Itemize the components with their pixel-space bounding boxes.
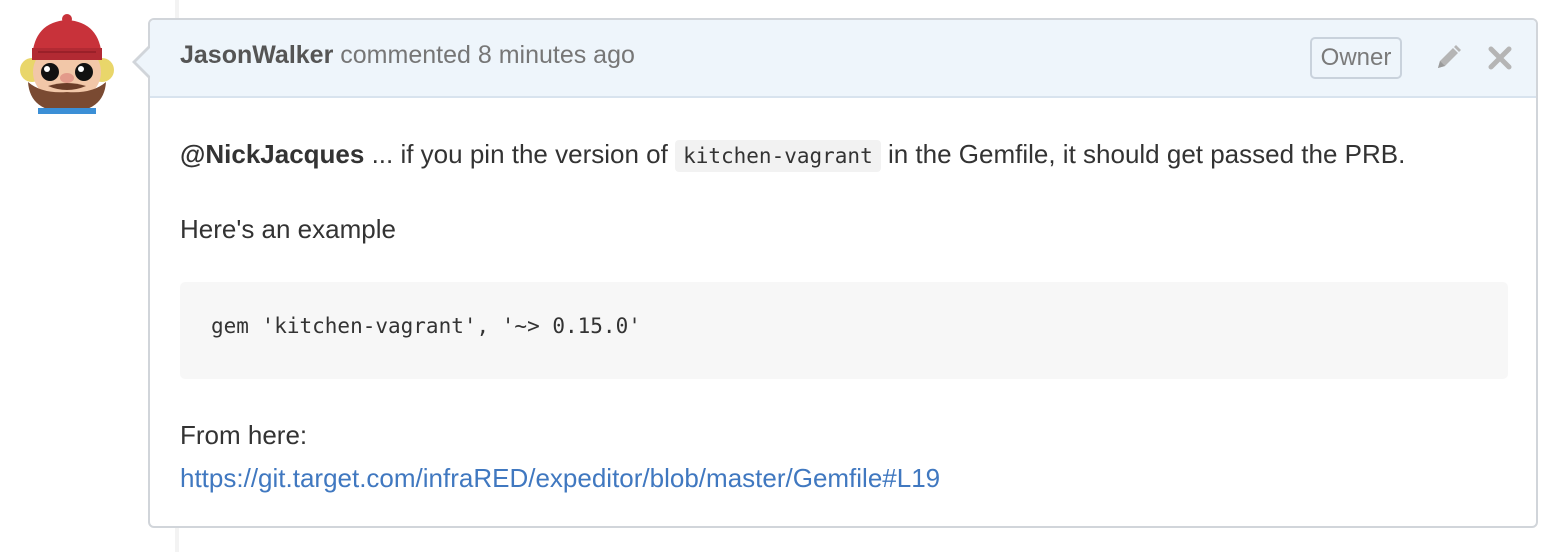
- code-block-text: gem 'kitchen-vagrant', '~> 0.15.0': [211, 314, 641, 338]
- avatar[interactable]: [18, 14, 116, 114]
- comment-time[interactable]: 8 minutes ago: [478, 41, 635, 69]
- avatar-image: [20, 14, 114, 114]
- comment-box: JasonWalker commented 8 minutes ago Owne…: [132, 18, 1538, 528]
- inline-code: kitchen-vagrant: [675, 140, 881, 172]
- close-icon[interactable]: [1484, 42, 1516, 74]
- code-block: gem 'kitchen-vagrant', '~> 0.15.0': [180, 282, 1508, 379]
- example-intro: Here's an example: [180, 214, 396, 244]
- comment-action: commented: [340, 41, 471, 69]
- gemfile-link[interactable]: https://git.target.com/infraRED/expedito…: [180, 458, 940, 498]
- comment-header: JasonWalker commented 8 minutes ago Owne…: [150, 20, 1536, 98]
- author-name[interactable]: JasonWalker: [180, 41, 333, 69]
- user-mention[interactable]: @NickJacques: [180, 139, 364, 169]
- paragraph-text-after-code: in the Gemfile, it should get passed the…: [880, 139, 1406, 169]
- from-here-label: From here:: [180, 420, 308, 450]
- owner-badge: Owner: [1310, 37, 1402, 79]
- pencil-icon[interactable]: [1432, 42, 1464, 74]
- comment-meta: JasonWalker commented 8 minutes ago: [180, 41, 635, 70]
- comment-paragraph-1: @NickJacques ... if you pin the version …: [180, 134, 1405, 176]
- paragraph-text-before-code: ... if you pin the version of: [364, 139, 676, 169]
